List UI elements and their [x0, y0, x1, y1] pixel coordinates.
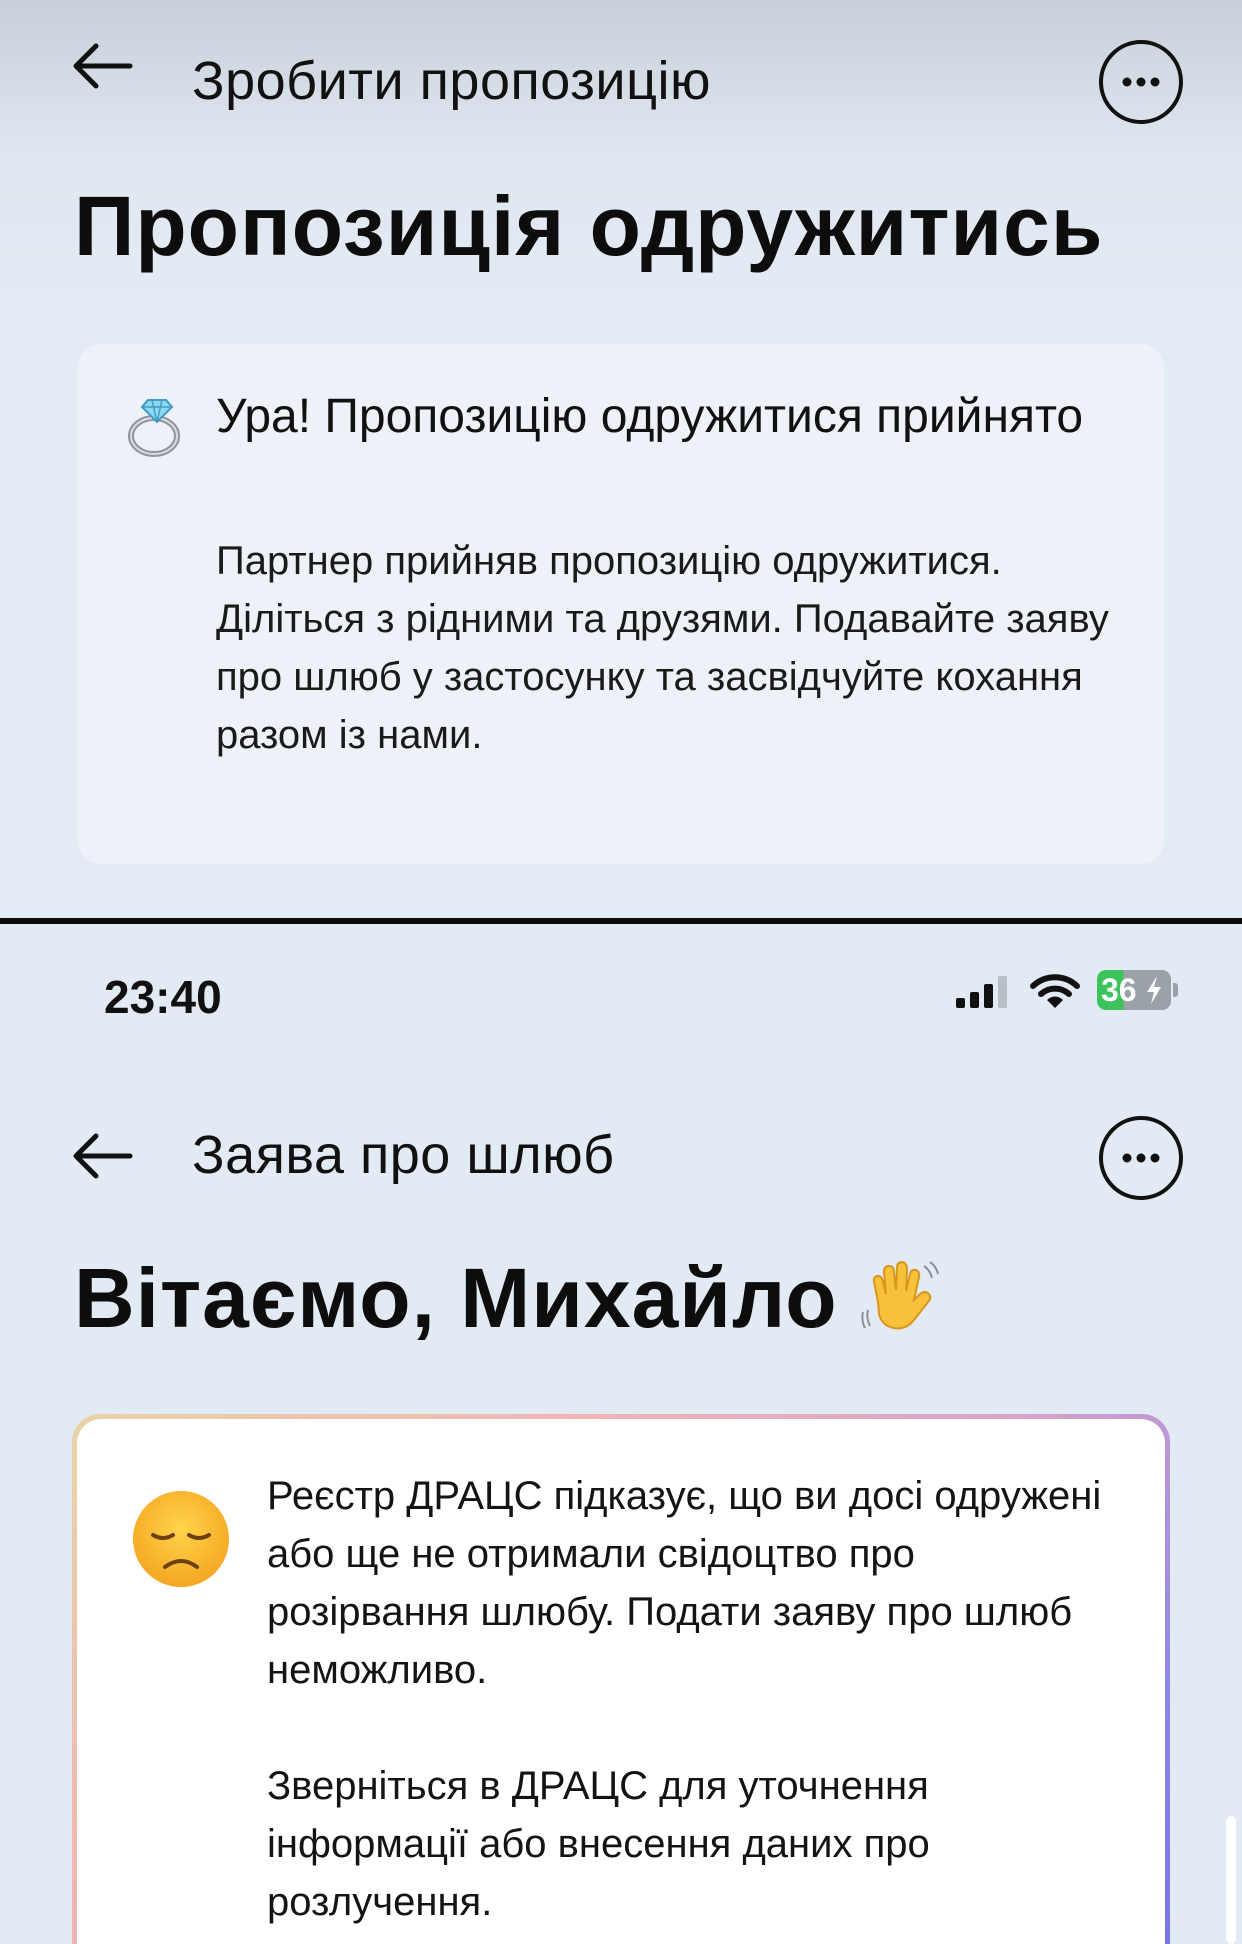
waving-hand-icon	[861, 1260, 939, 1330]
header-title: Заява про шлюб	[192, 1125, 615, 1185]
arrow-left-icon[interactable]	[70, 42, 134, 90]
ring-icon	[128, 399, 180, 457]
battery-tip	[1173, 983, 1178, 997]
more-horizontal-icon	[1122, 77, 1160, 87]
proposal-accepted-card: Ура! Пропозицію одружитися прийнято Парт…	[78, 344, 1164, 864]
divorce-alert-card: Реєстр ДРАЦС підказує, що ви досі одруже…	[72, 1414, 1170, 1944]
more-button[interactable]	[1099, 40, 1183, 124]
header-title: Зробити пропозицію	[192, 51, 711, 111]
marriage-application-screen: 23:40 36 Заява про шлюб Вітаємо, Михайло	[0, 924, 1242, 1944]
alert-paragraph-1: Реєстр ДРАЦС підказує, що ви досі одруже…	[267, 1474, 1102, 1692]
disappointed-face-icon	[133, 1491, 229, 1587]
greeting-title: Вітаємо, Михайло	[74, 1251, 838, 1345]
more-horizontal-icon	[1122, 1153, 1160, 1163]
arrow-left-icon[interactable]	[70, 1132, 134, 1180]
signal-icon	[956, 976, 1007, 1008]
charging-bolt-icon	[1147, 976, 1161, 1004]
alert-paragraph-2: Зверніться в ДРАЦС для уточнення інформа…	[267, 1764, 930, 1924]
battery-level: 36	[1101, 972, 1137, 1008]
proposal-screen: Зробити пропозицію Пропозиція одружитись…	[0, 0, 1242, 920]
alert-text: Реєстр ДРАЦС підказує, що ви досі одруже…	[267, 1467, 1127, 1931]
scrollbar-thumb[interactable]	[1226, 1816, 1236, 1944]
battery-indicator: 36	[1097, 970, 1178, 1010]
wifi-icon	[1030, 974, 1080, 1008]
alert-content: Реєстр ДРАЦС підказує, що ви досі одруже…	[77, 1419, 1165, 1944]
page-title: Пропозиція одружитись	[74, 179, 1104, 273]
card-body: Партнер прийняв пропозицію одружитися. Д…	[216, 539, 1109, 757]
status-time: 23:40	[104, 971, 222, 1023]
more-button[interactable]	[1099, 1116, 1183, 1200]
card-heading: Ура! Пропозицію одружитися прийнято	[216, 390, 1084, 443]
